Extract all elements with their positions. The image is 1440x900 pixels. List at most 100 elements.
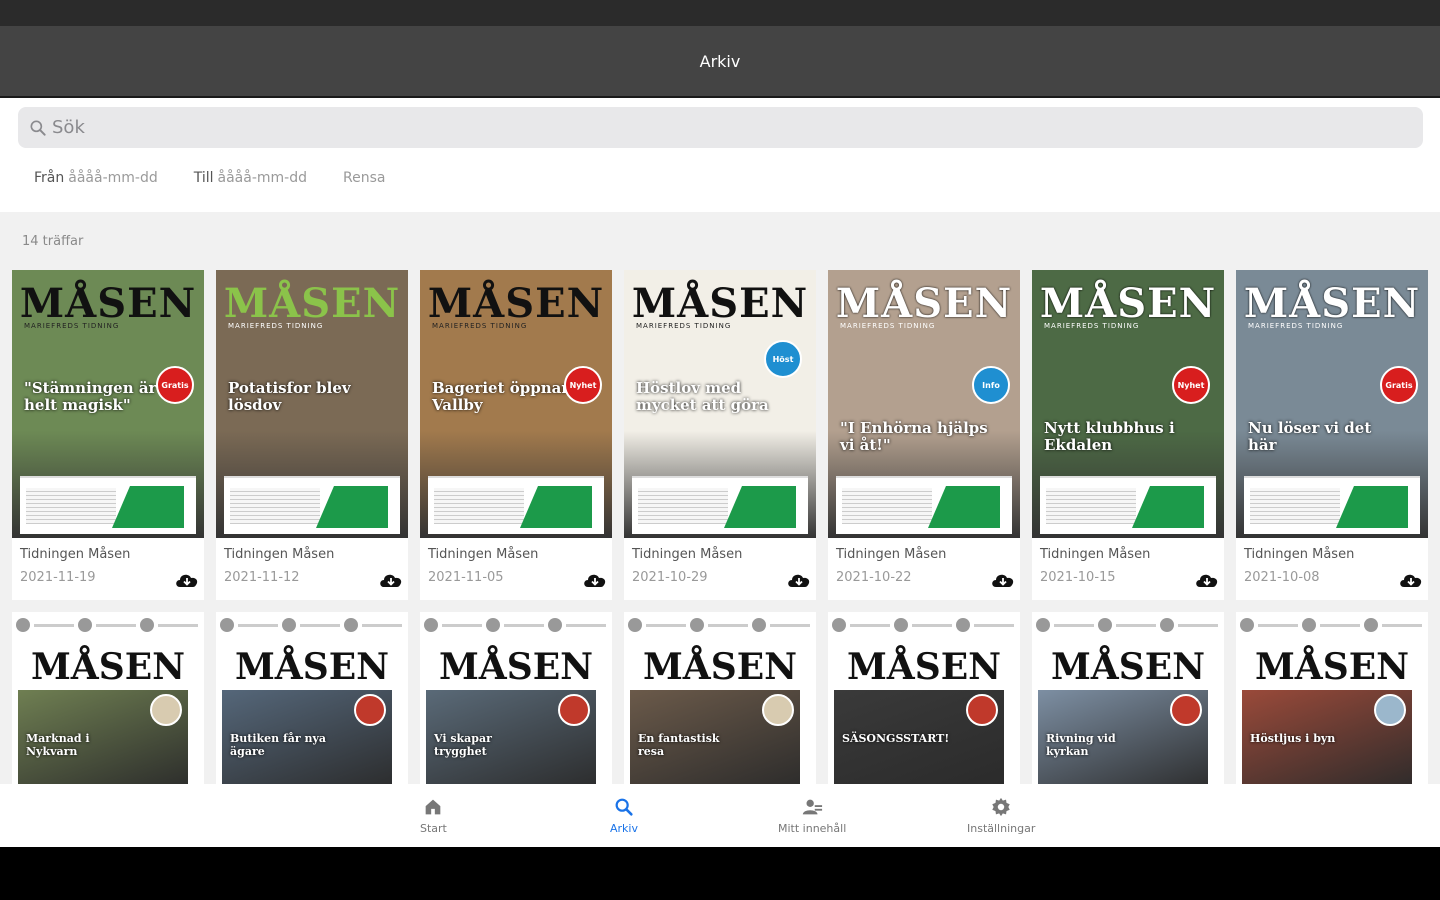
issue-cover[interactable]: MÅSEN MARIEFREDS TIDNING Potatisfor blev… [216, 270, 408, 538]
cover-masthead: MÅSEN [30, 646, 186, 688]
search-input[interactable] [52, 117, 1352, 138]
issue-cover[interactable]: MÅSEN Marknad i Nykvarn [12, 612, 204, 784]
issue-card[interactable]: MÅSEN SÄSONGSSTART! [828, 612, 1020, 784]
user-group-icon [802, 799, 823, 815]
issue-title: Tidningen Måsen [836, 547, 947, 562]
cover-contributors [628, 618, 812, 638]
tab-arkiv[interactable]: Arkiv [610, 796, 638, 835]
tab-mitt-innehall[interactable]: Mitt innehåll [778, 796, 846, 835]
issue-card[interactable]: MÅSEN Butiken får nya ägare [216, 612, 408, 784]
issue-card[interactable]: MÅSEN Höstljus i byn [1236, 612, 1428, 784]
issue-cover[interactable]: MÅSEN MARIEFREDS TIDNING Bageriet öppnar… [420, 270, 612, 538]
download-icon[interactable] [582, 569, 608, 591]
issue-card[interactable]: MÅSEN MARIEFREDS TIDNING Potatisfor blev… [216, 270, 408, 600]
cover-masthead: MÅSEN [1050, 646, 1206, 688]
issue-date: 2021-10-29 [632, 570, 708, 585]
cover-badge: Gratis [156, 366, 194, 404]
cover-ad [1244, 476, 1420, 534]
from-date-field[interactable]: Från åååå-mm-dd [34, 170, 158, 186]
issue-row: MÅSEN MARIEFREDS TIDNING "Stämningen är … [12, 270, 1432, 600]
download-icon[interactable] [378, 569, 404, 591]
issue-card[interactable]: MÅSEN Vi skapar trygghet [420, 612, 612, 784]
bottom-tab-bar: Start Arkiv Mitt innehåll Inställningar [0, 784, 1440, 847]
cover-headline: Potatisfor blev lösdov [228, 379, 351, 414]
cover-headline: Nytt klubbhus i Ekdalen [1044, 419, 1175, 454]
filter-panel: Från åååå-mm-dd Till åååå-mm-dd Rensa [0, 98, 1440, 212]
cover-ad [224, 476, 400, 534]
cover-badge: Höst [764, 340, 802, 378]
cover-ad [1040, 476, 1216, 534]
cover-subtitle: MARIEFREDS TIDNING [228, 322, 324, 330]
issue-card[interactable]: MÅSEN MARIEFREDS TIDNING Nytt klubbhus i… [1032, 270, 1224, 600]
tab-installningar[interactable]: Inställningar [967, 796, 1035, 835]
cover-badge [1374, 694, 1406, 726]
clear-button[interactable]: Rensa [343, 170, 385, 186]
cover-badge [558, 694, 590, 726]
cover-masthead: MÅSEN [427, 280, 605, 327]
tab-label: Mitt innehåll [778, 822, 847, 835]
issue-cover[interactable]: MÅSEN Vi skapar trygghet [420, 612, 612, 784]
cover-ad [836, 476, 1012, 534]
issue-card[interactable]: MÅSEN En fantastisk resa [624, 612, 816, 784]
cover-headline: Butiken får nya ägare [230, 732, 327, 758]
cover-subtitle: MARIEFREDS TIDNING [1248, 322, 1344, 330]
cover-masthead: MÅSEN [1254, 646, 1410, 688]
issue-cover[interactable]: MÅSEN MARIEFREDS TIDNING Höstlov med myc… [624, 270, 816, 538]
cover-subtitle: MARIEFREDS TIDNING [636, 322, 732, 330]
cover-masthead: MÅSEN [438, 646, 594, 688]
issue-card[interactable]: MÅSEN MARIEFREDS TIDNING Höstlov med myc… [624, 270, 816, 600]
issue-card[interactable]: MÅSEN MARIEFREDS TIDNING "Stämningen är … [12, 270, 204, 600]
cover-headline: Vi skapar trygghet [434, 732, 492, 758]
download-icon[interactable] [174, 569, 200, 591]
cover-ad [428, 476, 604, 534]
cover-contributors [1036, 618, 1220, 638]
issue-cover[interactable]: MÅSEN Höstljus i byn [1236, 612, 1428, 784]
issue-card[interactable]: MÅSEN Marknad i Nykvarn [12, 612, 204, 784]
date-filter-row: Från åååå-mm-dd Till åååå-mm-dd Rensa [34, 170, 385, 186]
issue-cover[interactable]: MÅSEN Rivning vid kyrkan [1032, 612, 1224, 784]
to-date-field[interactable]: Till åååå-mm-dd [194, 170, 307, 186]
download-icon[interactable] [1194, 569, 1220, 591]
issue-meta: Tidningen Måsen 2021-10-15 [1040, 547, 1218, 587]
cover-masthead: MÅSEN [835, 280, 1013, 327]
issue-cover[interactable]: MÅSEN En fantastisk resa [624, 612, 816, 784]
cover-masthead: MÅSEN [234, 646, 390, 688]
issue-card[interactable]: MÅSEN MARIEFREDS TIDNING "I Enhörna hjäl… [828, 270, 1020, 600]
issue-cover[interactable]: MÅSEN MARIEFREDS TIDNING Nu löser vi det… [1236, 270, 1428, 538]
issue-cover[interactable]: MÅSEN MARIEFREDS TIDNING Nytt klubbhus i… [1032, 270, 1224, 538]
download-icon[interactable] [1398, 569, 1424, 591]
download-icon[interactable] [990, 569, 1016, 591]
issue-cover[interactable]: MÅSEN MARIEFREDS TIDNING "Stämningen är … [12, 270, 204, 538]
cover-masthead: MÅSEN [642, 646, 798, 688]
issue-title: Tidningen Måsen [224, 547, 335, 562]
issue-date: 2021-10-15 [1040, 570, 1116, 585]
tab-start[interactable]: Start [420, 796, 447, 835]
issue-meta: Tidningen Måsen 2021-10-08 [1244, 547, 1422, 587]
issue-date: 2021-11-19 [20, 570, 96, 585]
issue-card[interactable]: MÅSEN MARIEFREDS TIDNING Nu löser vi det… [1236, 270, 1428, 600]
tab-label: Start [420, 822, 447, 835]
home-icon [426, 799, 441, 815]
cover-badge [354, 694, 386, 726]
cover-ad [632, 476, 808, 534]
download-icon[interactable] [786, 569, 812, 591]
results-area[interactable]: 14 träffar MÅSEN MARIEFREDS TIDNING "Stä… [0, 212, 1440, 784]
issue-cover[interactable]: MÅSEN MARIEFREDS TIDNING "I Enhörna hjäl… [828, 270, 1020, 538]
issue-cover[interactable]: MÅSEN Butiken får nya ägare [216, 612, 408, 784]
cover-headline: Nu löser vi det här [1248, 419, 1372, 454]
cover-headline: En fantastisk resa [638, 732, 720, 758]
issue-grid: MÅSEN MARIEFREDS TIDNING "Stämningen är … [12, 270, 1432, 784]
cover-badge [1170, 694, 1202, 726]
app-bar: Arkiv [0, 26, 1440, 98]
issue-card[interactable]: MÅSEN Rivning vid kyrkan [1032, 612, 1224, 784]
results-count: 14 träffar [22, 234, 84, 249]
issue-card[interactable]: MÅSEN MARIEFREDS TIDNING Bageriet öppnar… [420, 270, 612, 600]
search-icon [615, 798, 633, 816]
cover-headline: Höstlov med mycket att göra [636, 379, 769, 414]
search-bar[interactable] [18, 107, 1423, 148]
issue-cover[interactable]: MÅSEN SÄSONGSSTART! [828, 612, 1020, 784]
cover-headline: SÄSONGSSTART! [842, 732, 950, 745]
issue-meta: Tidningen Måsen 2021-11-19 [20, 547, 198, 587]
cover-badge: Nyhet [1172, 366, 1210, 404]
issue-meta: Tidningen Måsen 2021-11-12 [224, 547, 402, 587]
